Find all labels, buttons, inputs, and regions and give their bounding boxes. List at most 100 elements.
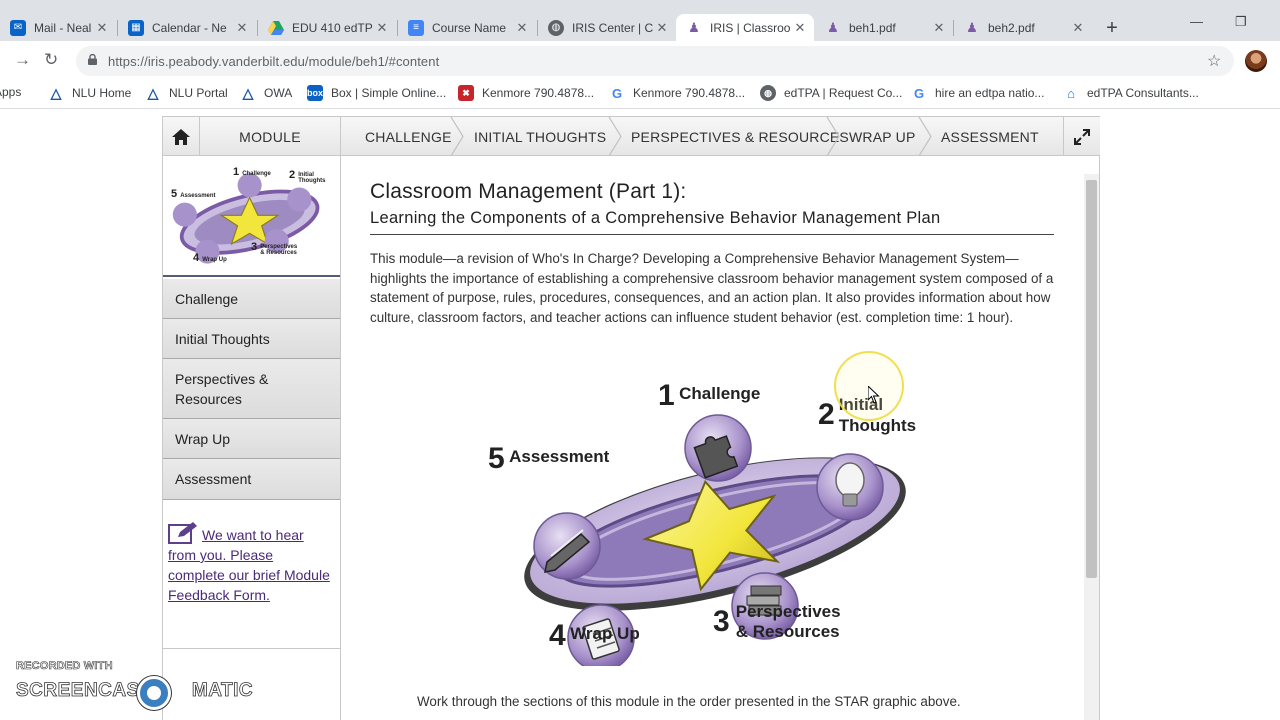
iris-icon: ♟	[688, 19, 700, 35]
module-label[interactable]: MODULE	[200, 117, 341, 156]
sears-logo-icon: ✖	[458, 85, 474, 101]
graphic-step-5[interactable]: 5 Assessment	[488, 442, 609, 476]
sidebar-item-initial-thoughts[interactable]: Initial Thoughts	[163, 319, 340, 359]
close-icon[interactable]: ✕	[374, 20, 390, 36]
nlu-logo-icon: △	[50, 84, 62, 101]
bookmark-label: Box | Simple Online...	[331, 86, 447, 100]
sidebar: 1 Challenge 2 Initial Thoughts 5 Assessme…	[163, 156, 341, 720]
browser-tab-active[interactable]: ♟ IRIS | Classroo ✕	[676, 14, 814, 41]
bookmark-apps[interactable]: Apps	[0, 85, 21, 99]
drive-icon	[268, 20, 284, 36]
browser-tab[interactable]: ≡ Course Name ✕	[398, 14, 536, 41]
bookmark-label: hire an edtpa natio...	[935, 86, 1045, 100]
expand-button[interactable]	[1063, 117, 1100, 156]
house-icon: ⌂	[1067, 85, 1075, 101]
close-icon[interactable]: ✕	[514, 20, 530, 36]
close-icon[interactable]: ✕	[792, 20, 808, 36]
sidebar-item-assessment[interactable]: Assessment	[163, 459, 340, 500]
bookmark-item[interactable]: ⌂ edTPA Consultants...	[1063, 85, 1199, 101]
bookmark-label: NLU Home	[72, 86, 132, 100]
tab-title: Calendar - Ne	[152, 20, 227, 35]
bookmark-item[interactable]: ✖ Kenmore 790.4878...	[458, 85, 594, 101]
close-icon[interactable]: ✕	[234, 20, 250, 36]
page-title: Classroom Management (Part 1):	[370, 180, 687, 203]
thumb-step-2: 2 Initial Thoughts	[289, 169, 326, 185]
scrollbar-thumb[interactable]	[1086, 180, 1097, 578]
sidebar-item-wrap-up[interactable]: Wrap Up	[163, 419, 340, 459]
sidebar-divider	[163, 648, 340, 649]
star-graphic-thumbnail[interactable]: 1 Challenge 2 Initial Thoughts 5 Assessme…	[163, 156, 340, 277]
sidebar-item-perspectives-resources[interactable]: Perspectives & Resources	[163, 359, 340, 419]
main-content: Classroom Management (Part 1): Learning …	[341, 156, 1081, 720]
bookmark-item[interactable]: box Box | Simple Online...	[307, 85, 446, 101]
home-icon	[172, 128, 190, 145]
expand-icon	[1074, 128, 1090, 145]
bookmark-star-icon[interactable]: ☆	[1207, 51, 1221, 71]
graphic-step-1[interactable]: 1 Challenge	[658, 379, 760, 413]
nlu-logo-icon: △	[242, 84, 254, 101]
nav-step-assessment[interactable]: ASSESSMENT	[941, 117, 1039, 156]
box-logo-icon: box	[307, 85, 323, 101]
instruction-text: Work through the sections of this module…	[417, 694, 961, 709]
nav-step-initial-thoughts[interactable]: INITIAL THOUGHTS	[474, 117, 606, 156]
sidebar-item-challenge[interactable]: Challenge	[163, 279, 340, 319]
graphic-step-3[interactable]: 3 Perspectives & Resources	[713, 602, 841, 642]
page-subtitle: Learning the Components of a Comprehensi…	[370, 209, 941, 227]
browser-tab[interactable]: ▦ Calendar - Ne ✕	[118, 14, 256, 41]
bookmarks-bar: Apps △ NLU Home △ NLU Portal △ OWA box B…	[0, 79, 1280, 109]
browser-tab[interactable]: EDU 410 edTP ✕	[258, 14, 396, 41]
bookmark-item[interactable]: △ NLU Home	[48, 84, 132, 101]
restore-button[interactable]: ❐	[1235, 14, 1247, 30]
close-icon[interactable]: ✕	[94, 20, 110, 36]
tab-title: beh2.pdf	[988, 20, 1035, 35]
chevron-separator	[918, 117, 932, 156]
chevron-separator	[450, 117, 464, 156]
google-logo-icon: G	[913, 85, 925, 101]
title-divider	[370, 234, 1054, 235]
thumb-step-3: 3 Perspectives & Resources	[251, 241, 298, 257]
tab-title: IRIS Center | C	[572, 20, 654, 35]
bookmark-label: Apps	[0, 85, 22, 99]
screencast-watermark: RECORDED WITH SCREENCAST MATIC	[16, 660, 253, 710]
iris-icon: ♟	[966, 19, 978, 35]
close-icon[interactable]: ✕	[654, 20, 670, 36]
bookmark-item[interactable]: G hire an edtpa natio...	[911, 85, 1044, 101]
mail-icon: ✉	[10, 19, 26, 36]
minimize-button[interactable]: —	[1190, 14, 1203, 29]
profile-avatar[interactable]	[1245, 50, 1267, 72]
browser-tab[interactable]: ✉ Mail - Neal Gr ✕	[0, 14, 116, 41]
bookmark-item[interactable]: G Kenmore 790.4878...	[609, 85, 745, 101]
module-description: This module—a revision of Who's In Charg…	[370, 251, 1054, 326]
close-icon[interactable]: ✕	[1070, 20, 1086, 36]
new-tab-button[interactable]: +	[1102, 17, 1122, 40]
close-icon[interactable]: ✕	[931, 20, 947, 36]
tab-title: Mail - Neal Gr	[34, 20, 94, 35]
home-button[interactable]	[163, 117, 200, 156]
url-text: https://iris.peabody.vanderbilt.edu/modu…	[108, 54, 440, 69]
reload-button[interactable]: ↻	[44, 50, 58, 70]
bookmark-label: NLU Portal	[169, 86, 228, 100]
address-bar[interactable]: https://iris.peabody.vanderbilt.edu/modu…	[76, 46, 1234, 76]
graphic-step-4[interactable]: 4 Wrap Up	[549, 619, 640, 653]
forward-button[interactable]: →	[14, 50, 31, 70]
nav-step-challenge[interactable]: CHALLENGE	[365, 117, 452, 156]
browser-tab[interactable]: ◍ IRIS Center | C ✕	[538, 14, 676, 41]
bookmark-item[interactable]: △ NLU Portal	[145, 85, 228, 101]
bookmark-item[interactable]: ◍ edTPA | Request Co...	[760, 85, 902, 101]
bookmark-item[interactable]: △ OWA	[240, 84, 293, 101]
thumb-step-4: 4 Wrap Up	[193, 252, 227, 264]
browser-tab[interactable]: ♟ beh2.pdf ✕	[954, 14, 1092, 41]
bookmark-label: OWA	[264, 86, 293, 100]
browser-toolbar: → ↻ https://iris.peabody.vanderbilt.edu/…	[0, 41, 1280, 79]
watermark-top-text: RECORDED WITH	[16, 660, 113, 673]
web-page: MODULE CHALLENGE INITIAL THOUGHTS PERSPE…	[0, 110, 1280, 720]
docs-icon: ≡	[408, 19, 424, 36]
chevron-separator	[826, 117, 840, 156]
browser-tab[interactable]: ♟ beh1.pdf ✕	[815, 14, 953, 41]
iris-icon: ♟	[827, 19, 839, 35]
nav-step-wrap-up[interactable]: WRAP UP	[849, 117, 916, 156]
nav-step-perspectives-resources[interactable]: PERSPECTIVES & RESOURCES	[631, 117, 849, 156]
feedback-block: We want to hear from you. Please complet…	[168, 522, 333, 605]
tab-title: EDU 410 edTP	[292, 20, 373, 35]
thumb-step-5: 5 Assessment	[171, 188, 216, 200]
